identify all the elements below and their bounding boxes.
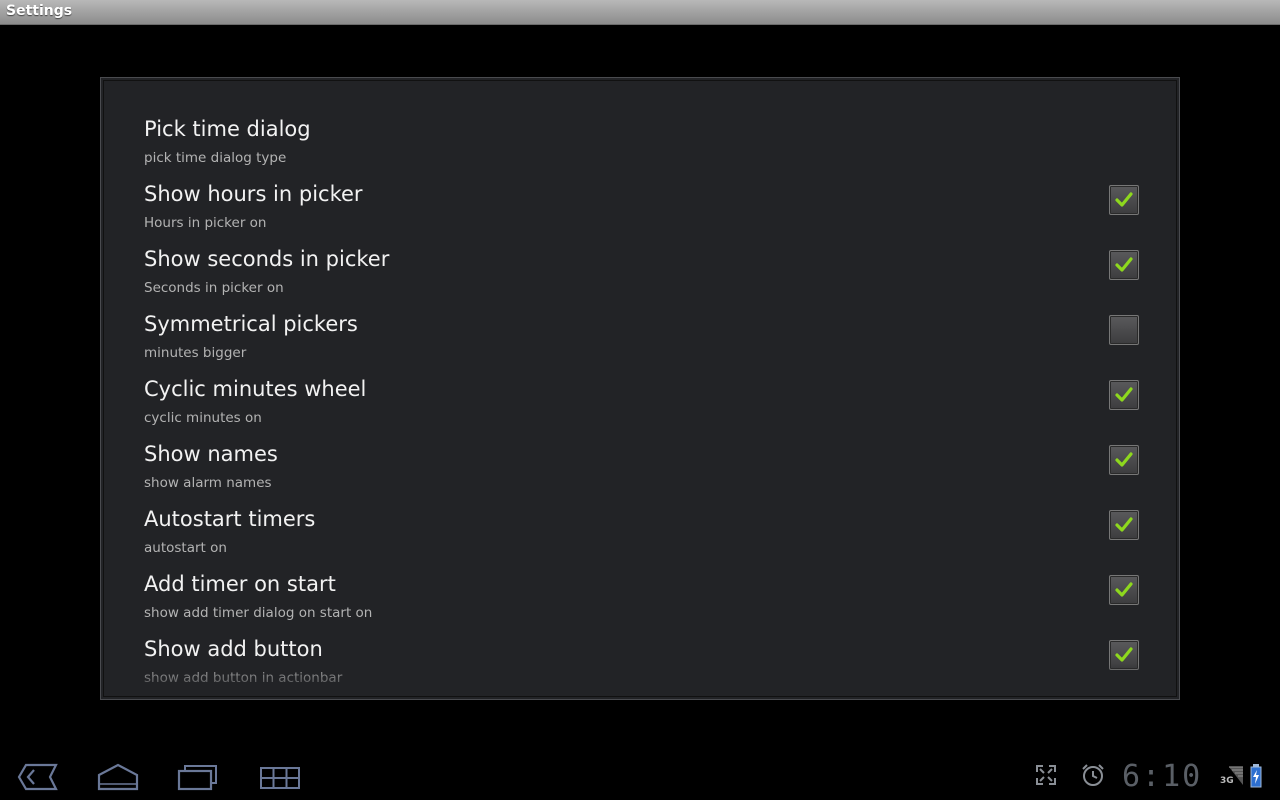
pref-title: Symmetrical pickers	[144, 312, 358, 336]
pref-symmetrical-pickers[interactable]: Symmetrical pickers minutes bigger	[144, 312, 1144, 377]
pref-autostart-timers[interactable]: Autostart timers autostart on	[144, 507, 1144, 572]
menu-grid-icon	[260, 767, 300, 789]
recent-apps-icon	[177, 765, 217, 791]
show-names-checkbox[interactable]	[1109, 445, 1139, 475]
pref-title: Autostart timers	[144, 507, 316, 531]
pref-title: Cyclic minutes wheel	[144, 377, 367, 401]
pref-summary: show add button in actionbar	[144, 670, 343, 686]
checkmark-icon	[1115, 452, 1133, 467]
pref-show-names[interactable]: Show names show alarm names	[144, 442, 1144, 507]
alarm-indicator	[1080, 762, 1106, 792]
pref-summary: autostart on	[144, 540, 227, 556]
pref-pick-time-dialog[interactable]: Pick time dialog pick time dialog type	[144, 117, 1144, 182]
pref-title: Show hours in picker	[144, 182, 363, 206]
fullscreen-icon	[1036, 765, 1056, 785]
battery-icon	[1250, 764, 1262, 788]
pref-title: Show seconds in picker	[144, 247, 390, 271]
signal-icon	[1229, 766, 1243, 785]
pref-show-add-button[interactable]: Show add button show add button in actio…	[144, 637, 1144, 696]
autostart-timers-checkbox[interactable]	[1109, 510, 1139, 540]
home-icon	[97, 763, 139, 791]
pref-summary: show add timer dialog on start on	[144, 605, 373, 621]
signal-indicator	[1228, 765, 1244, 795]
show-seconds-checkbox[interactable]	[1109, 250, 1139, 280]
title-bar: Settings	[0, 0, 1280, 25]
pref-show-seconds[interactable]: Show seconds in picker Seconds in picker…	[144, 247, 1144, 312]
checkmark-icon	[1115, 257, 1133, 272]
add-timer-on-start-checkbox[interactable]	[1109, 575, 1139, 605]
pref-summary: show alarm names	[144, 475, 272, 491]
menu-button[interactable]	[258, 762, 308, 792]
fullscreen-button[interactable]	[1034, 762, 1060, 792]
preferences-list: Pick time dialog pick time dialog type S…	[103, 80, 1177, 697]
system-bar: 6:10 3G	[0, 752, 1280, 800]
battery-indicator	[1250, 764, 1264, 794]
home-button[interactable]	[96, 762, 146, 792]
clock[interactable]: 6:10	[1122, 761, 1202, 793]
pref-summary: Hours in picker on	[144, 215, 267, 231]
pref-title: Show names	[144, 442, 278, 466]
checkmark-icon	[1115, 647, 1133, 662]
settings-panel: Pick time dialog pick time dialog type S…	[100, 77, 1180, 700]
pref-cyclic-minutes[interactable]: Cyclic minutes wheel cyclic minutes on	[144, 377, 1144, 442]
pref-title: Show add button	[144, 637, 323, 661]
show-hours-checkbox[interactable]	[1109, 185, 1139, 215]
recent-apps-button[interactable]	[176, 762, 226, 792]
cyclic-minutes-checkbox[interactable]	[1109, 380, 1139, 410]
back-button[interactable]	[16, 762, 66, 792]
pref-title: Pick time dialog	[144, 117, 311, 141]
checkmark-icon	[1115, 387, 1133, 402]
pref-summary: Seconds in picker on	[144, 280, 284, 296]
checkmark-icon	[1115, 582, 1133, 597]
alarm-icon	[1082, 764, 1104, 786]
pref-add-timer-on-start[interactable]: Add timer on start show add timer dialog…	[144, 572, 1144, 637]
back-icon	[17, 763, 58, 791]
window-title: Settings	[6, 3, 73, 19]
checkmark-icon	[1115, 517, 1133, 532]
pref-summary: minutes bigger	[144, 345, 247, 361]
pref-summary: pick time dialog type	[144, 150, 287, 166]
symmetrical-pickers-checkbox[interactable]	[1109, 315, 1139, 345]
checkmark-icon	[1115, 192, 1133, 207]
show-add-button-checkbox[interactable]	[1109, 640, 1139, 670]
pref-summary: cyclic minutes on	[144, 410, 262, 426]
pref-show-hours[interactable]: Show hours in picker Hours in picker on	[144, 182, 1144, 247]
pref-title: Add timer on start	[144, 572, 336, 596]
